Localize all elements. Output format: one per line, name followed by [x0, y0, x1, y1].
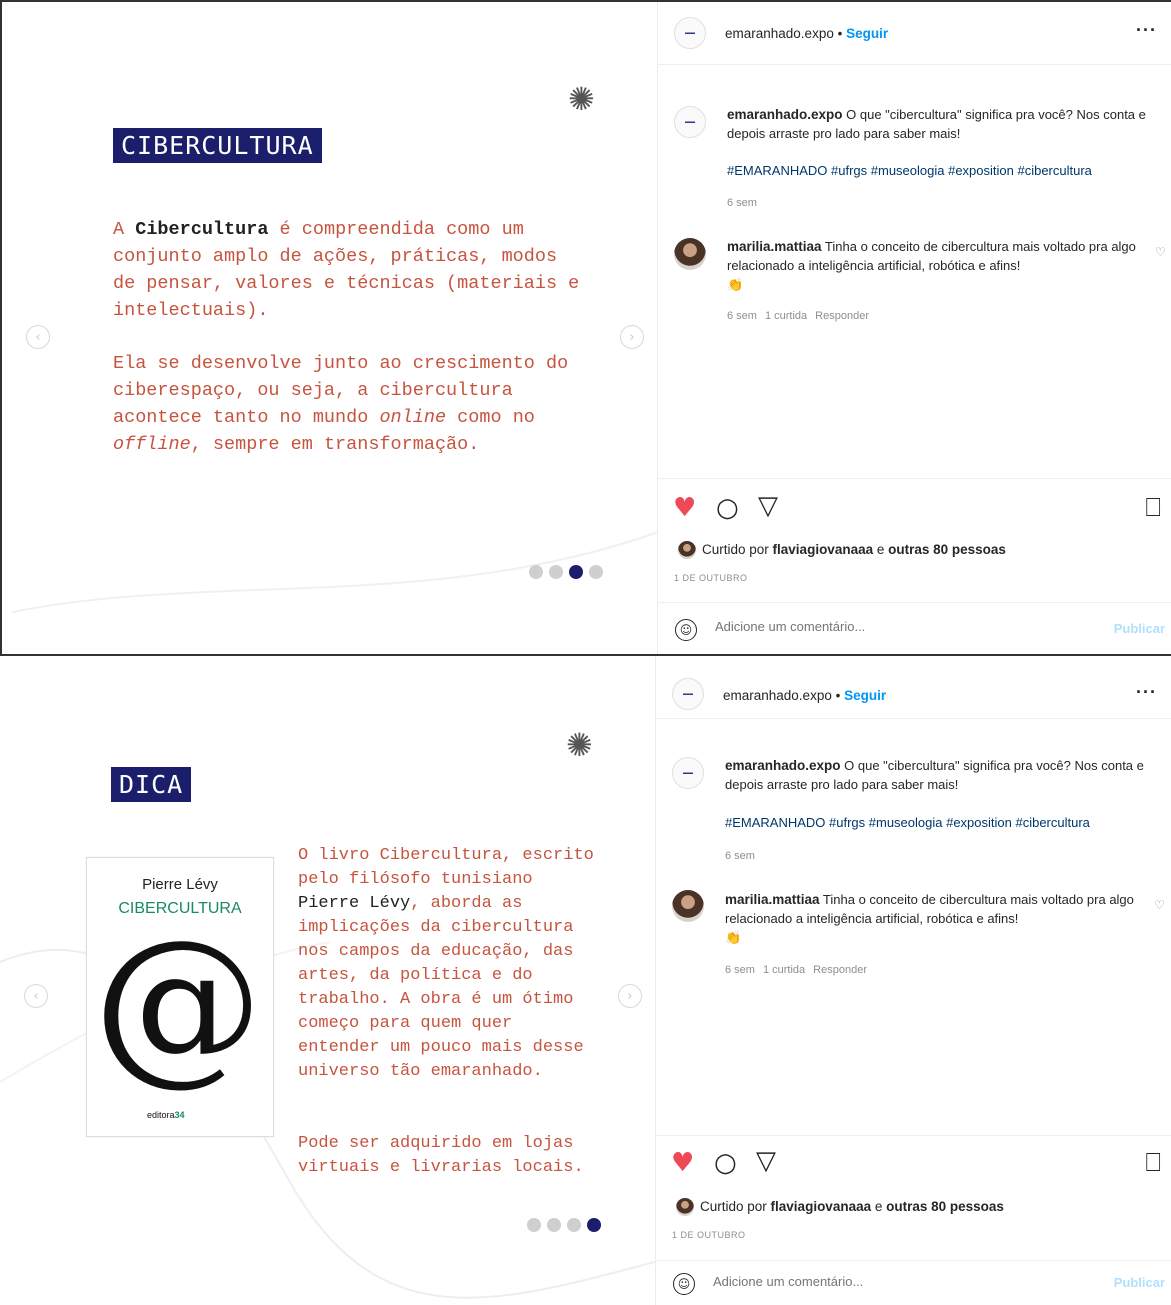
reply-button[interactable]: Responder: [813, 964, 867, 976]
slide-paragraph-2: Ela se desenvolve junto ao crescimento d…: [113, 353, 569, 455]
comment-input[interactable]: [715, 619, 1015, 634]
carousel-dot: [529, 565, 543, 579]
prev-slide-button[interactable]: ‹: [24, 984, 48, 1008]
post-header: ▬▬ emaranhado.expo • Seguir ···: [656, 656, 1171, 719]
publish-button[interactable]: Publicar: [1114, 621, 1165, 636]
book-cover-image: Pierre Lévy CIBERCULTURA @ editora34: [86, 857, 274, 1137]
liked-by: Curtido por flaviagiovanaaa e outras 80 …: [700, 1199, 1004, 1214]
bookmark-icon[interactable]: ⎕: [1145, 495, 1161, 521]
comment-likes[interactable]: 1 curtida: [765, 310, 807, 322]
liker-avatar[interactable]: [678, 541, 696, 559]
comment: marilia.mattiaa Tinha o conceito de cibe…: [725, 892, 1134, 945]
liker-avatar[interactable]: [676, 1198, 694, 1216]
slide-paragraph-1: O livro Cibercultura, escrito pelo filós…: [298, 846, 594, 1081]
like-comment-icon[interactable]: ♡: [1154, 898, 1165, 912]
publish-button[interactable]: Publicar: [1114, 1275, 1165, 1290]
post-hashtags[interactable]: #EMARANHADO #ufrgs #museologia #expositi…: [725, 813, 1155, 832]
post-panel-1: ✺ CIBERCULTURA A Cibercultura é compreen…: [0, 0, 1171, 656]
post-hashtags[interactable]: #EMARANHADO #ufrgs #museologia #expositi…: [727, 161, 1157, 180]
post-header: ▬▬ emaranhado.expo • Seguir ···: [658, 2, 1171, 65]
comment-emoji: 👏: [725, 930, 742, 945]
slide-paragraph-2: Pode ser adquirido em lojas virtuais e l…: [298, 1134, 584, 1177]
more-options-button[interactable]: ···: [1136, 682, 1157, 703]
share-icon[interactable]: ▽: [756, 1148, 776, 1174]
follow-button[interactable]: Seguir: [846, 26, 888, 41]
heart-icon[interactable]: ♥: [673, 495, 696, 521]
header-username[interactable]: emaranhado.expo: [723, 688, 832, 703]
comment: marilia.mattiaa Tinha o conceito de cibe…: [727, 239, 1136, 292]
commenter-avatar[interactable]: [672, 890, 704, 922]
carousel-dot-active: [569, 565, 583, 579]
at-symbol: @: [93, 904, 263, 1102]
caption-time: 6 sem: [725, 850, 755, 862]
heart-icon[interactable]: ♥: [671, 1150, 694, 1176]
book-publisher: editora34: [147, 1110, 185, 1120]
profile-avatar[interactable]: ▬▬: [672, 678, 704, 710]
emoji-icon[interactable]: ☺: [675, 619, 697, 641]
slide-tag: CIBERCULTURA: [113, 128, 322, 163]
post-actions: ♥ ○ ▽ ⎕ Curtido por flaviagiovanaaa e ou…: [656, 1135, 1171, 1252]
prev-slide-button[interactable]: ‹: [26, 325, 50, 349]
carousel-dot: [547, 1218, 561, 1232]
logo-swirl-icon: ✺: [566, 726, 593, 764]
caption-avatar[interactable]: ▬▬: [672, 757, 704, 789]
post-date: 1 DE OUTUBRO: [674, 573, 748, 583]
comment-emoji: 👏: [727, 277, 744, 292]
comment-icon[interactable]: ○: [716, 495, 739, 521]
caption-time: 6 sem: [727, 197, 757, 209]
emoji-icon[interactable]: ☺: [673, 1273, 695, 1295]
book-author: Pierre Lévy: [142, 876, 218, 893]
carousel-dot: [527, 1218, 541, 1232]
commenter-avatar[interactable]: [674, 238, 706, 270]
more-options-button[interactable]: ···: [1136, 20, 1157, 41]
comment-icon[interactable]: ○: [714, 1150, 737, 1176]
post-sidebar: ▬▬ emaranhado.expo • Seguir ··· ▬▬ emara…: [655, 656, 1171, 1305]
post-caption: emaranhado.expo O que "cibercultura" sig…: [725, 758, 1144, 792]
comment-input[interactable]: [713, 1274, 1013, 1289]
profile-avatar[interactable]: ▬▬: [674, 17, 706, 49]
comment-meta: 6 sem 1 curtida Responder: [727, 310, 869, 322]
next-slide-button[interactable]: ›: [620, 325, 644, 349]
next-slide-button[interactable]: ›: [618, 984, 642, 1008]
comment-bar: ☺ Publicar: [656, 1260, 1171, 1305]
post-caption: emaranhado.expo O que "cibercultura" sig…: [727, 107, 1146, 141]
carousel-dot: [589, 565, 603, 579]
post-sidebar: ▬▬ emaranhado.expo • Seguir ··· ▬▬ emara…: [657, 2, 1171, 654]
liked-by: Curtido por flaviagiovanaaa e outras 80 …: [702, 542, 1006, 557]
header-separator: •: [835, 688, 841, 703]
post-actions: ♥ ○ ▽ ⎕ Curtido por flaviagiovanaaa e ou…: [658, 478, 1171, 599]
carousel-dots: [527, 1218, 601, 1232]
header-separator: •: [837, 26, 843, 41]
header-username[interactable]: emaranhado.expo: [725, 26, 834, 41]
reply-button[interactable]: Responder: [815, 310, 869, 322]
slide-tag: DICA: [111, 767, 192, 802]
post-date: 1 DE OUTUBRO: [672, 1230, 746, 1240]
post-panel-2: ✺ DICA Pierre Lévy CIBERCULTURA @ editor…: [0, 656, 1171, 1305]
carousel-dot-active: [587, 1218, 601, 1232]
decorative-curve: [12, 531, 657, 614]
carousel-dot: [549, 565, 563, 579]
comment-bar: ☺ Publicar: [658, 602, 1171, 654]
slide-paragraph-1: A Cibercultura é compreendida como um co…: [113, 219, 580, 321]
follow-button[interactable]: Seguir: [844, 688, 886, 703]
comment-likes[interactable]: 1 curtida: [763, 964, 805, 976]
carousel-dots: [529, 565, 603, 579]
carousel-slide: ✺ CIBERCULTURA A Cibercultura é compreen…: [12, 14, 657, 654]
share-icon[interactable]: ▽: [758, 493, 778, 519]
caption-avatar[interactable]: ▬▬: [674, 106, 706, 138]
header-user-line: emaranhado.expo • Seguir: [725, 26, 888, 41]
comment-meta: 6 sem 1 curtida Responder: [725, 964, 867, 976]
carousel-dot: [567, 1218, 581, 1232]
carousel-slide: ✺ DICA Pierre Lévy CIBERCULTURA @ editor…: [0, 662, 655, 1305]
logo-swirl-icon: ✺: [568, 80, 595, 118]
like-comment-icon[interactable]: ♡: [1155, 245, 1166, 259]
header-user-line: emaranhado.expo • Seguir: [723, 688, 886, 703]
bookmark-icon[interactable]: ⎕: [1145, 1150, 1161, 1176]
